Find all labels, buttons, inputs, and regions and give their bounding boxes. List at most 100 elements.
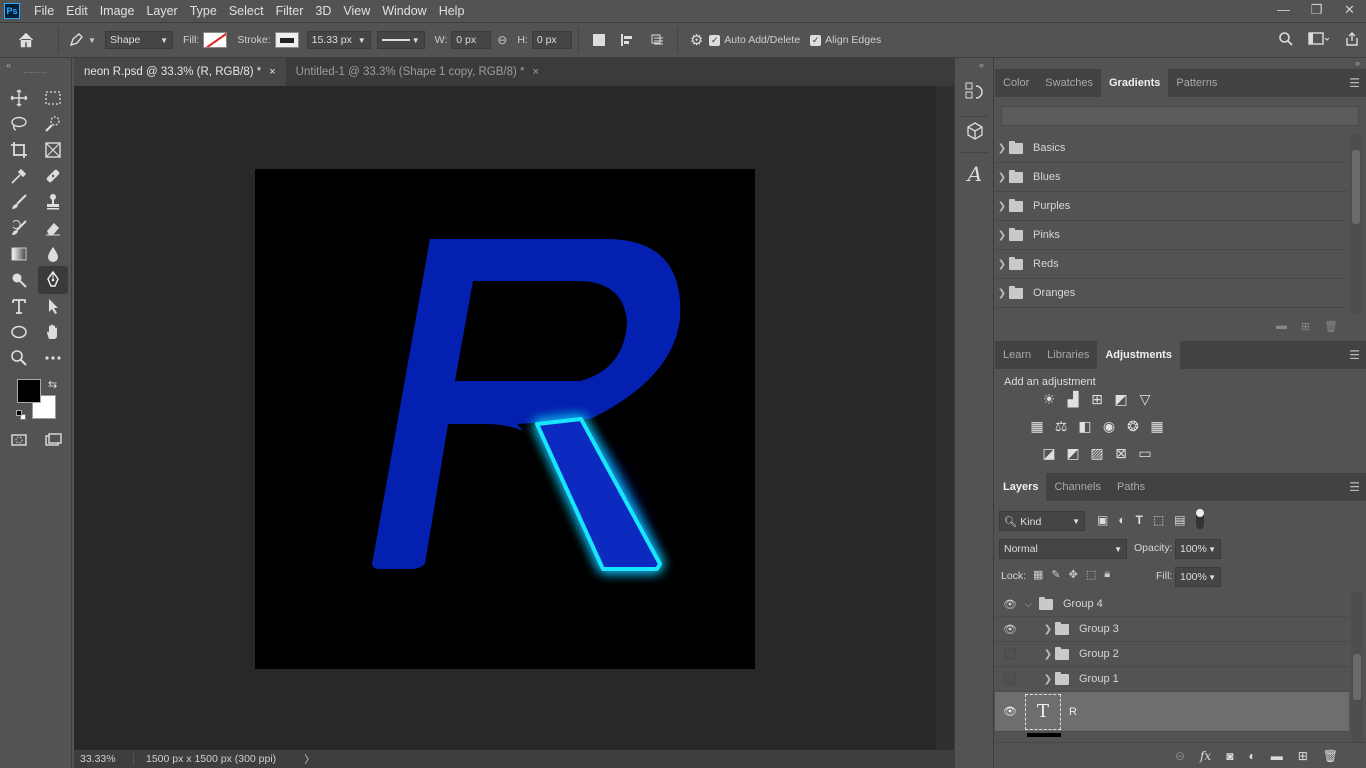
eraser-tool-icon[interactable] [40, 216, 66, 240]
3d-cube-panel-icon[interactable] [964, 120, 986, 144]
lock-artboard-icon[interactable]: ⬚ [1086, 568, 1096, 581]
artboard[interactable] [255, 169, 755, 669]
align-edges-checkbox[interactable]: ✓ [810, 34, 822, 46]
swap-colors-icon[interactable]: ⇆ [48, 378, 57, 391]
trash-icon[interactable]: 🗑 [1324, 320, 1338, 333]
chevron-right-icon[interactable]: ❯ [995, 172, 1009, 183]
minimize-button[interactable]: — [1267, 0, 1300, 22]
chevron-right-icon[interactable]: ❯ [995, 288, 1009, 299]
layer-row-group-3[interactable]: 👁︎ ❯ Group 3 [995, 617, 1349, 642]
gradient-group-reds[interactable]: ❯ Reds [995, 250, 1347, 279]
screen-mode-icon[interactable] [40, 428, 66, 452]
healing-brush-tool-icon[interactable] [40, 164, 66, 188]
history-brush-tool-icon[interactable] [6, 216, 32, 240]
scrollbar-thumb[interactable] [1352, 150, 1360, 224]
layers-scrollbar[interactable] [1351, 592, 1363, 742]
menu-view[interactable]: View [337, 0, 376, 22]
zoom-level[interactable]: 33.33% [74, 753, 134, 765]
tab-adjustments[interactable]: Adjustments [1097, 341, 1180, 369]
menu-file[interactable]: File [28, 0, 60, 22]
fx-icon[interactable]: fx [1200, 749, 1211, 763]
toolbox-grip[interactable] [24, 72, 46, 75]
blur-tool-icon[interactable] [40, 242, 66, 266]
auto-add-delete-checkbox[interactable]: ✓ [709, 34, 721, 46]
gradients-scrollbar[interactable] [1350, 134, 1362, 314]
panel-menu-icon[interactable]: ☰ [1349, 480, 1360, 494]
brush-tool-icon[interactable] [6, 190, 32, 214]
lock-position-icon[interactable]: ✥ [1069, 568, 1078, 581]
new-layer-icon[interactable]: ⊞ [1298, 749, 1308, 763]
ellipse-tool-icon[interactable] [6, 320, 32, 344]
tab-gradients[interactable]: Gradients [1101, 69, 1169, 97]
restore-button[interactable]: ❐ [1300, 0, 1333, 22]
path-arrangement-icon[interactable] [647, 32, 665, 48]
eye-icon[interactable]: 👁︎ [995, 705, 1025, 718]
blend-mode-select[interactable]: Normal ▼ [999, 539, 1127, 559]
expand-panels-icon[interactable]: » [1355, 58, 1360, 68]
color-balance-icon[interactable]: ⚖ [1053, 418, 1069, 434]
exposure-icon[interactable]: ◩ [1113, 391, 1129, 407]
chevron-right-icon[interactable]: ❯ [995, 259, 1009, 270]
chevron-right-icon[interactable]: ❯ [1041, 649, 1055, 660]
layer-filter-kind-select[interactable]: 🔍︎ Kind ▼ [999, 511, 1085, 531]
path-operations-icon[interactable] [592, 34, 605, 46]
tab-color[interactable]: Color [995, 69, 1037, 97]
path-selection-tool-icon[interactable] [40, 294, 66, 318]
black-white-icon[interactable]: ◧ [1077, 418, 1093, 434]
smart-object-filter-icon[interactable]: ▤ [1174, 513, 1185, 533]
gradient-map-icon[interactable]: ▭ [1137, 445, 1153, 461]
gradient-group-basics[interactable]: ❯ Basics [995, 134, 1347, 163]
photo-filter-icon[interactable]: ◉ [1101, 418, 1117, 434]
chevron-down-icon[interactable]: ⌵ [1025, 599, 1039, 610]
menu-layer[interactable]: Layer [140, 0, 183, 22]
panel-menu-icon[interactable]: ☰ [1349, 348, 1360, 362]
tab-paths[interactable]: Paths [1109, 473, 1153, 501]
frame-tool-icon[interactable] [40, 138, 66, 162]
tab-libraries[interactable]: Libraries [1039, 341, 1097, 369]
shape-filter-icon[interactable]: ⬚ [1153, 513, 1164, 533]
width-input[interactable]: 0 px [451, 31, 492, 49]
gradient-group-blues[interactable]: ❯ Blues [995, 163, 1347, 192]
fill-input[interactable]: 100% ▼ [1175, 567, 1221, 587]
fill-swatch[interactable] [203, 32, 228, 48]
clone-stamp-tool-icon[interactable] [40, 190, 66, 214]
menu-edit[interactable]: Edit [60, 0, 94, 22]
lasso-tool-icon[interactable] [6, 112, 32, 136]
new-group-icon[interactable]: ▬ [1271, 749, 1283, 763]
pen-tool-active[interactable] [38, 266, 68, 294]
new-gradient-icon[interactable]: ⊞ [1301, 320, 1310, 333]
share-icon[interactable] [1344, 31, 1360, 47]
menu-3d[interactable]: 3D [309, 0, 337, 22]
dodge-tool-icon[interactable] [6, 268, 32, 292]
menu-image[interactable]: Image [94, 0, 141, 22]
layer-row-r[interactable]: 👁︎ T R [995, 692, 1349, 732]
menu-select[interactable]: Select [223, 0, 270, 22]
gradient-preview-bar[interactable] [1001, 106, 1359, 126]
path-alignment-icon[interactable] [619, 32, 635, 48]
invert-icon[interactable]: ◪ [1041, 445, 1057, 461]
more-tools-icon[interactable] [40, 346, 66, 370]
threshold-icon[interactable]: ▨ [1089, 445, 1105, 461]
marquee-tool-icon[interactable] [40, 86, 66, 110]
pen-mode-select[interactable]: Shape ▼ [105, 31, 173, 49]
color-lookup-icon[interactable]: ▦ [1149, 418, 1165, 434]
crop-tool-icon[interactable] [6, 138, 32, 162]
lock-image-icon[interactable]: ✎ [1051, 568, 1060, 581]
chevron-right-icon[interactable]: ❯ [1041, 674, 1055, 685]
close-icon[interactable]: × [532, 66, 538, 78]
channel-mixer-icon[interactable]: ❂ [1125, 418, 1141, 434]
new-group-folder-icon[interactable]: ▬ [1276, 320, 1287, 332]
lock-transparent-icon[interactable]: ▦ [1033, 568, 1043, 581]
type-filter-icon[interactable]: T [1136, 513, 1143, 533]
selective-color-icon[interactable]: ⊠ [1113, 445, 1129, 461]
canvas-vertical-scrollbar[interactable] [936, 86, 954, 750]
opacity-input[interactable]: 100% ▼ [1175, 539, 1221, 559]
tab-patterns[interactable]: Patterns [1168, 69, 1225, 97]
layer-row-group-4[interactable]: 👁︎ ⌵ Group 4 [995, 592, 1349, 617]
collapse-toolbox-icon[interactable]: « [6, 60, 11, 70]
brightness-contrast-icon[interactable]: ☀ [1041, 391, 1057, 407]
adjustment-layer-icon[interactable]: ◐ [1248, 749, 1255, 763]
gradient-group-pinks[interactable]: ❯ Pinks [995, 221, 1347, 250]
tab-neon-r[interactable]: neon R.psd @ 33.3% (R, RGB/8) * × [74, 58, 286, 86]
workspace-icon[interactable] [1308, 31, 1330, 47]
